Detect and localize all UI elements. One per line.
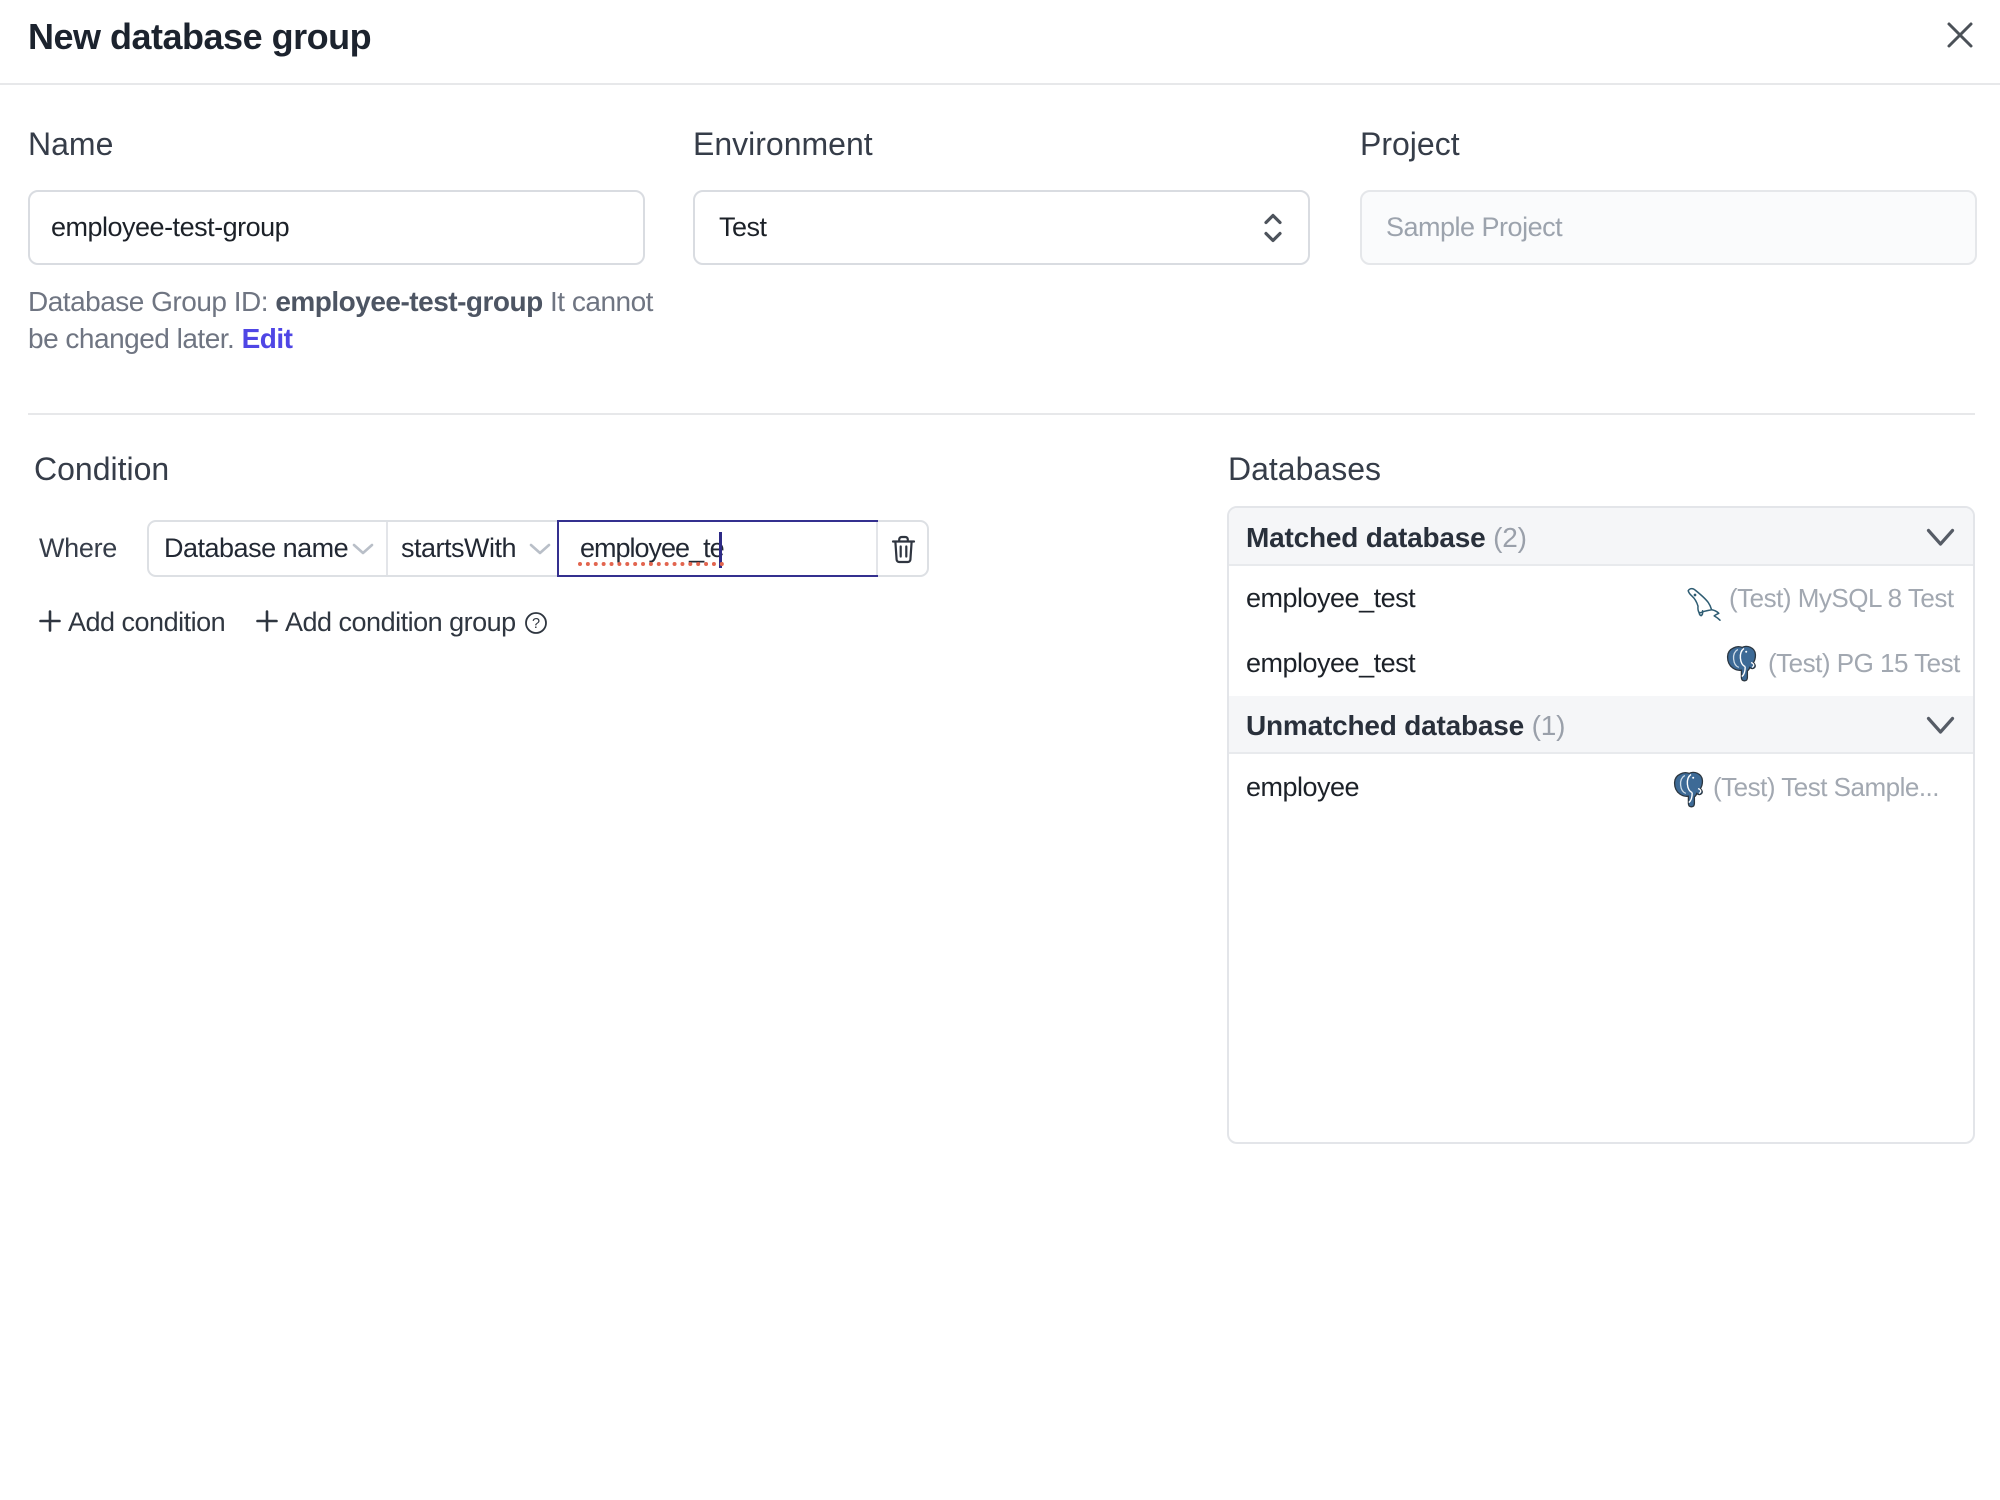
svg-text:?: ? bbox=[532, 616, 540, 632]
